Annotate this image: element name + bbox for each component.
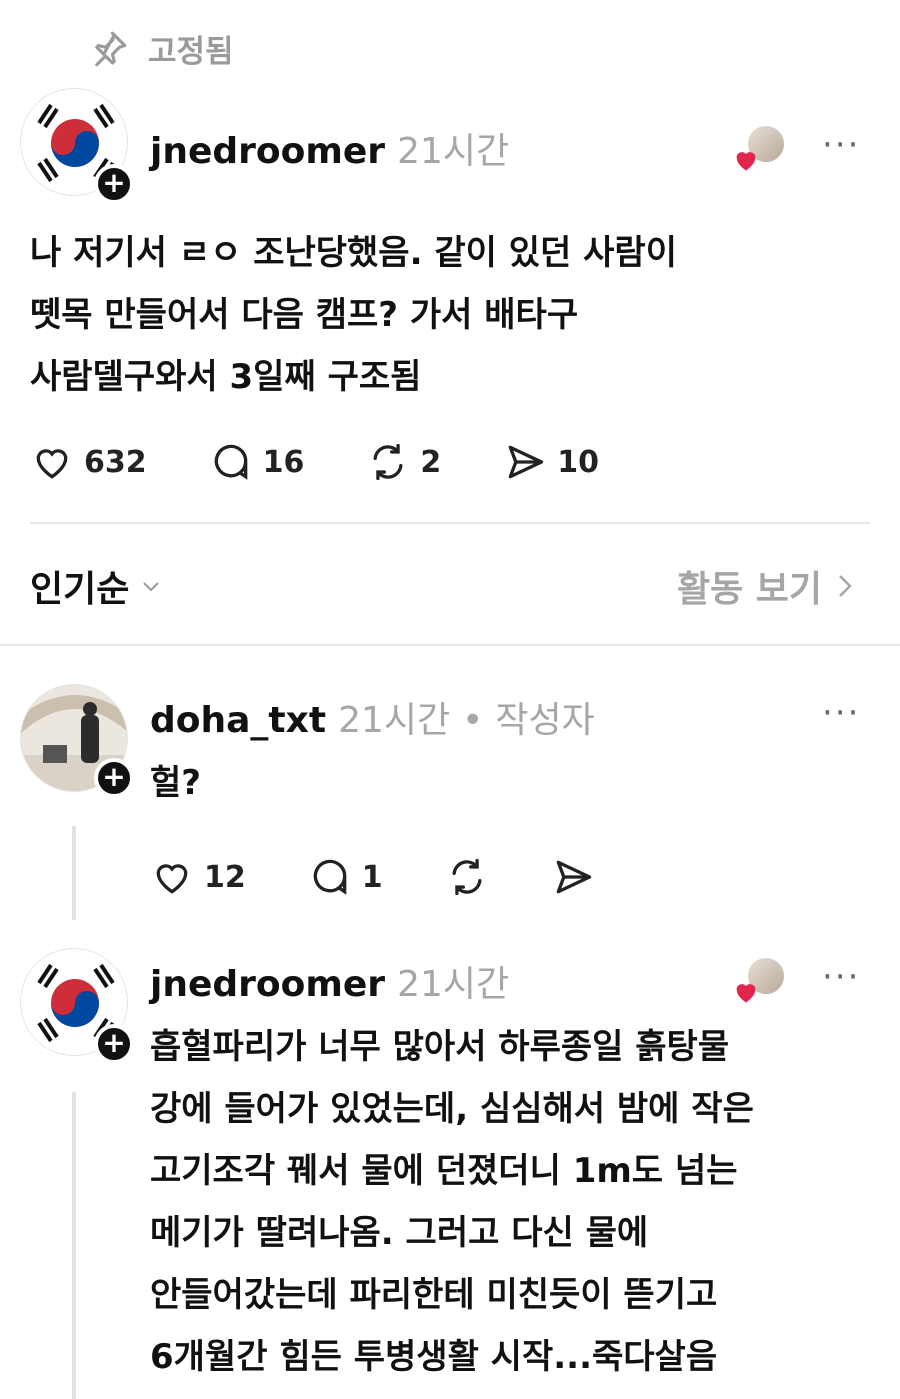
pinned-label: 고정됨: [148, 34, 234, 70]
comment-button[interactable]: 16: [209, 440, 304, 484]
comment-icon: [214, 444, 247, 480]
pinned-indicator: 고정됨: [88, 26, 234, 71]
repost-button[interactable]: 2: [366, 440, 441, 484]
post-actions: 632 16 2 10: [30, 440, 661, 484]
reply-actions: 12 1: [150, 855, 657, 899]
send-icon: [508, 445, 544, 479]
like-button[interactable]: 12: [150, 855, 246, 899]
follow-plus-button[interactable]: +: [94, 758, 134, 798]
more-options-button[interactable]: ···: [822, 128, 860, 162]
share-button[interactable]: 10: [503, 440, 599, 484]
heart-icon: [156, 864, 188, 894]
pin-icon: [95, 31, 127, 66]
repost-icon: [373, 443, 403, 481]
view-activity-link[interactable]: 활동 보기: [677, 560, 856, 612]
reply-text: 흡혈파리가 너무 많아서 하루종일 흙탕물 강에 들어가 있었는데, 심심해서 …: [150, 1027, 754, 1377]
more-options-button[interactable]: ···: [822, 960, 860, 994]
comment-button[interactable]: 1: [308, 855, 383, 899]
post-username[interactable]: jnedroomer 21시간: [150, 122, 509, 174]
divider: [30, 522, 870, 524]
follow-plus-button[interactable]: +: [94, 1024, 134, 1064]
chevron-right-icon: [839, 575, 852, 597]
heart-icon: [36, 449, 68, 479]
reply-time: 21시간: [397, 964, 510, 1005]
like-button[interactable]: 632: [30, 440, 147, 484]
follow-plus-button[interactable]: +: [94, 164, 134, 204]
sort-dropdown[interactable]: 인기순: [30, 560, 163, 612]
separator-dot: •: [462, 700, 484, 741]
post-text: 나 저기서 ㄹㅇ 조난당했음. 같이 있던 사람이 뗏목 만들어서 다음 캠프?…: [30, 233, 677, 397]
reply-username[interactable]: doha_txt 21시간 • 작성자: [150, 691, 595, 743]
thread-line: [72, 826, 76, 920]
repost-icon: [452, 858, 482, 896]
share-button[interactable]: [551, 855, 595, 899]
reply-time: 21시간: [338, 700, 451, 741]
repost-button[interactable]: [445, 855, 489, 899]
chevron-down-icon: [143, 582, 160, 592]
heart-badge-icon: [736, 984, 756, 1003]
post-time: 21시간: [397, 131, 510, 172]
reply-text: 헐?: [150, 763, 202, 803]
reply-username[interactable]: jnedroomer 21시간: [150, 955, 509, 1007]
heart-badge-icon: [736, 152, 756, 171]
more-options-button[interactable]: ···: [822, 696, 860, 730]
divider: [0, 644, 900, 646]
author-badge: 작성자: [495, 700, 595, 741]
thread-line: [72, 1092, 76, 1399]
comment-icon: [313, 859, 347, 895]
send-icon: [556, 860, 591, 894]
